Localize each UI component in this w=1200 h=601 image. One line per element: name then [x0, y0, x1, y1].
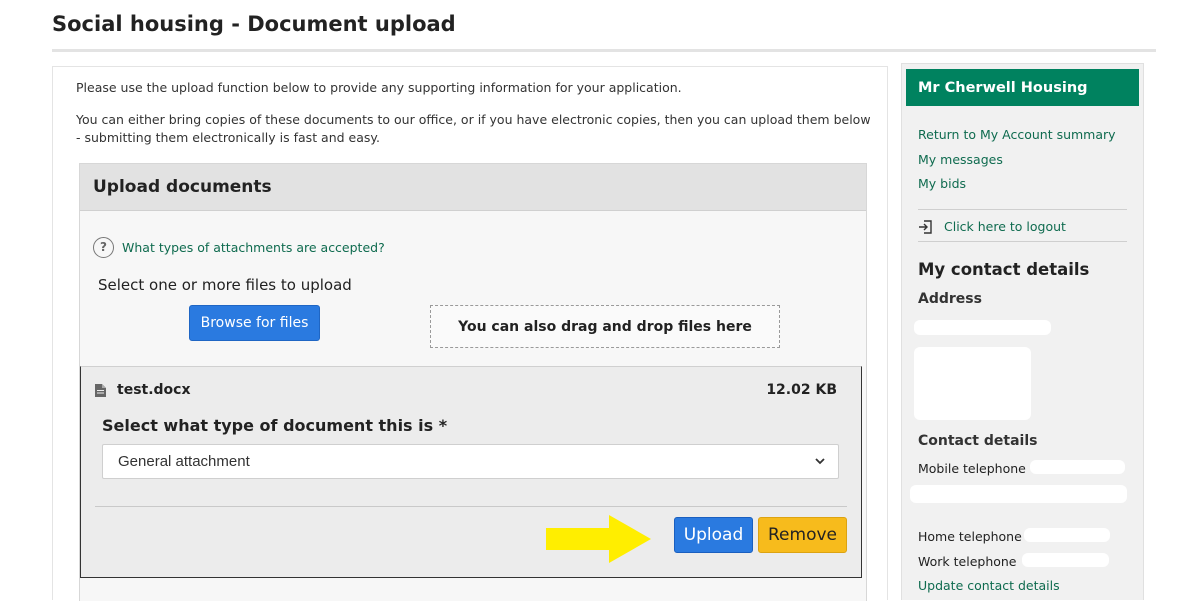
- mobile-telephone-label: Mobile telephone: [918, 461, 1026, 476]
- card-divider: [95, 506, 847, 507]
- upload-documents-panel: Upload documents ? What types of attachm…: [79, 163, 867, 601]
- sidebar-divider: [918, 209, 1127, 210]
- document-type-label: Select what type of document this is *: [102, 416, 448, 435]
- file-name: test.docx: [117, 382, 191, 398]
- account-sidebar: Mr Cherwell Housing Return to My Account…: [901, 63, 1144, 600]
- document-type-value: General attachment: [118, 453, 250, 470]
- logout-link[interactable]: Click here to logout: [944, 219, 1066, 234]
- logout-icon: [919, 220, 932, 234]
- upload-button[interactable]: Upload: [674, 517, 753, 553]
- help-row: ? What types of attachments are accepted…: [93, 236, 385, 258]
- panel-title: Upload documents: [93, 177, 272, 197]
- contact-details-label: Contact details: [918, 433, 1038, 449]
- remove-button[interactable]: Remove: [758, 517, 847, 553]
- redacted-block: [914, 320, 1051, 335]
- intro-text-2: You can either bring copies of these doc…: [76, 112, 871, 145]
- file-card: test.docx 12.02 KB Select what type of d…: [80, 366, 862, 578]
- messages-link[interactable]: My messages: [918, 152, 1003, 167]
- redacted-block: [1030, 460, 1125, 474]
- main-content: Please use the upload function below to …: [52, 66, 888, 601]
- sidebar-header: Mr Cherwell Housing: [906, 69, 1139, 106]
- redacted-block: [1022, 553, 1109, 567]
- bids-link[interactable]: My bids: [918, 176, 966, 191]
- file-icon: [95, 384, 106, 397]
- intro-text-1: Please use the upload function below to …: [76, 80, 682, 95]
- redacted-block: [1024, 528, 1110, 542]
- home-telephone-label: Home telephone: [918, 529, 1022, 544]
- file-size: 12.02 KB: [766, 382, 837, 398]
- work-telephone-label: Work telephone: [918, 554, 1017, 569]
- select-files-label: Select one or more files to upload: [98, 276, 352, 294]
- question-circle-icon[interactable]: ?: [93, 236, 114, 258]
- contact-details-heading: My contact details: [918, 260, 1090, 279]
- account-summary-link[interactable]: Return to My Account summary: [918, 127, 1116, 142]
- redacted-block: [914, 347, 1031, 420]
- attachment-types-link[interactable]: What types of attachments are accepted?: [122, 240, 385, 255]
- redacted-block: [910, 485, 1127, 503]
- sidebar-divider: [918, 241, 1127, 242]
- browse-files-button[interactable]: Browse for files: [189, 305, 320, 341]
- address-label: Address: [918, 291, 982, 307]
- title-divider: [52, 49, 1156, 52]
- panel-header: Upload documents: [80, 164, 866, 211]
- document-type-select[interactable]: General attachment: [102, 444, 839, 479]
- drag-drop-zone[interactable]: You can also drag and drop files here: [430, 305, 780, 348]
- yellow-arrow-annotation: [546, 515, 651, 563]
- chevron-down-icon: [815, 458, 825, 465]
- update-contact-link[interactable]: Update contact details: [918, 578, 1060, 593]
- page-title: Social housing - Document upload: [52, 12, 456, 36]
